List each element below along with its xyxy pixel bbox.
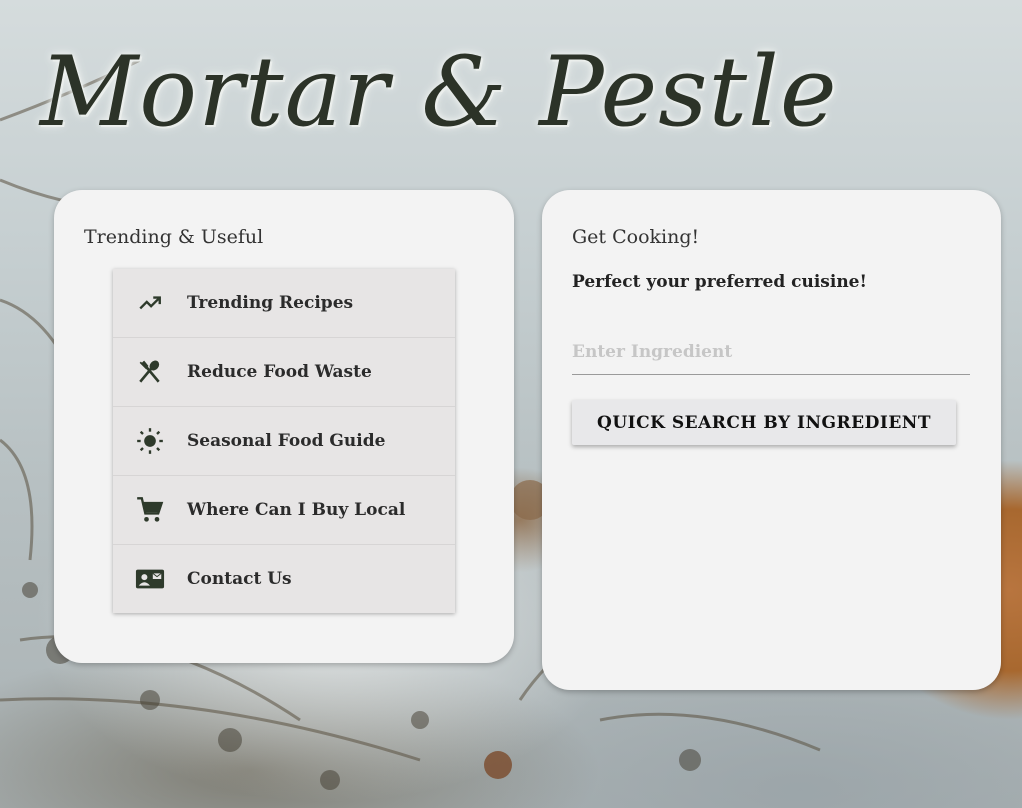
trending-up-icon <box>135 288 165 318</box>
menu-item-label: Where Can I Buy Local <box>187 500 406 520</box>
quick-search-button[interactable]: QUICK SEARCH BY INGREDIENT <box>572 400 956 445</box>
menu-item-label: Seasonal Food Guide <box>187 431 386 451</box>
ingredient-input[interactable] <box>572 330 970 375</box>
menu-item-trending-recipes[interactable]: Trending Recipes <box>113 269 455 338</box>
trending-card-title: Trending & Useful <box>84 226 264 248</box>
get-cooking-title: Get Cooking! <box>572 226 700 248</box>
menu-item-label: Reduce Food Waste <box>187 362 372 382</box>
menu-item-seasonal-food-guide[interactable]: Seasonal Food Guide <box>113 407 455 476</box>
trending-card: Trending & Useful Trending Recipes Reduc… <box>54 190 514 663</box>
sun-icon <box>135 426 165 456</box>
menu-item-buy-local[interactable]: Where Can I Buy Local <box>113 476 455 545</box>
menu-item-label: Contact Us <box>187 569 292 589</box>
site-logo[interactable]: Mortar & Pestle <box>40 22 837 162</box>
utensils-icon <box>135 357 165 387</box>
get-cooking-subtitle: Perfect your preferred cuisine! <box>572 272 867 292</box>
menu-item-label: Trending Recipes <box>187 293 354 313</box>
menu-item-contact-us[interactable]: Contact Us <box>113 545 455 613</box>
menu-item-reduce-food-waste[interactable]: Reduce Food Waste <box>113 338 455 407</box>
shopping-cart-icon <box>135 495 165 525</box>
get-cooking-card: Get Cooking! Perfect your preferred cuis… <box>542 190 1001 690</box>
contact-card-icon <box>135 564 165 594</box>
trending-menu: Trending Recipes Reduce Food Waste Seaso… <box>113 269 455 613</box>
